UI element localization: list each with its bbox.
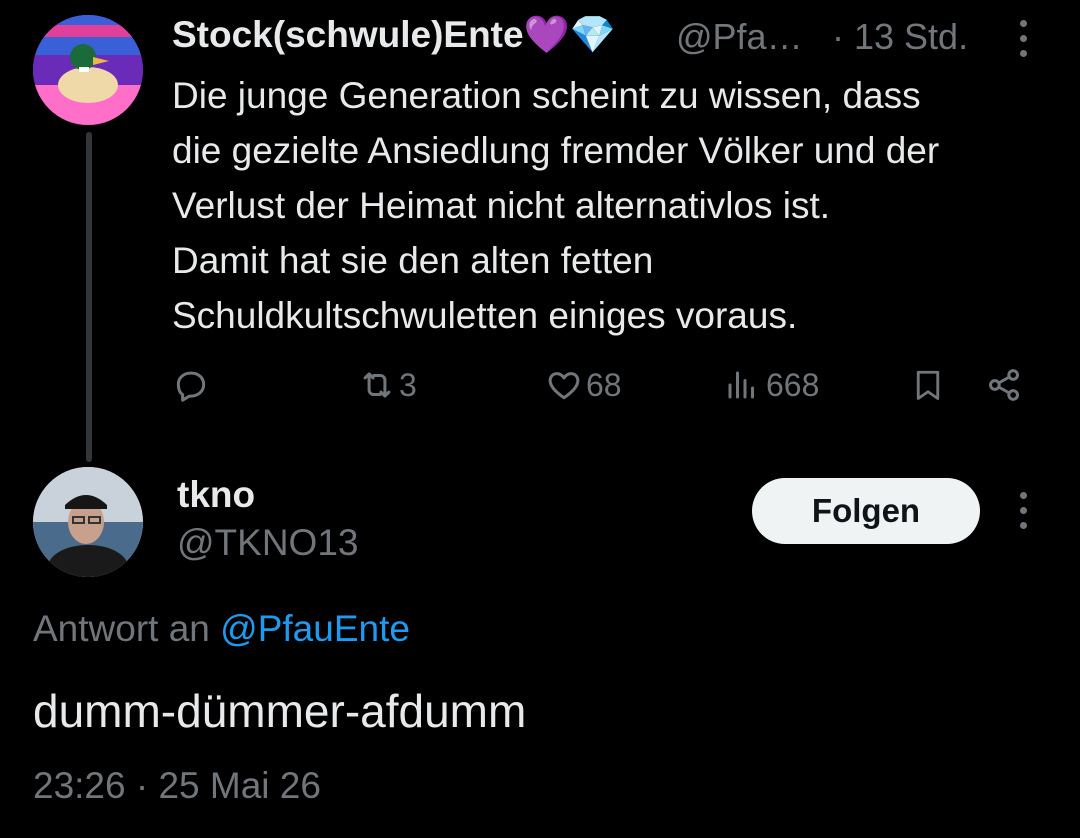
retweet-icon — [363, 372, 391, 398]
parent-display-name[interactable]: Stock(schwule)Ente💜💎 — [172, 14, 616, 57]
thread-connector-line — [86, 132, 92, 462]
reply-prefix: Antwort an — [33, 608, 210, 649]
mention-link[interactable]: @PfauEnte — [220, 608, 410, 649]
follow-button[interactable]: Folgen — [752, 478, 980, 544]
reply-handle[interactable]: @TKNO13 — [177, 522, 359, 564]
views-count: 668 — [766, 366, 820, 403]
like-icon — [548, 372, 580, 400]
retweet-button[interactable]: 3 — [357, 360, 417, 410]
share-button[interactable] — [984, 360, 1024, 410]
parent-tweet-text: Die junge Generation scheint zu wissen, … — [172, 68, 1062, 343]
parent-handle[interactable]: @Pfa… — [676, 16, 803, 58]
avatar[interactable] — [33, 467, 143, 577]
user-photo-avatar — [33, 467, 143, 577]
tweet-text-line: die gezielte Ansiedlung fremder Völker u… — [172, 130, 940, 171]
parent-timestamp[interactable]: · 13 Std. — [832, 16, 968, 58]
tweet-text-line: Schuldkultschwuletten einiges voraus. — [172, 295, 798, 336]
like-count: 68 — [586, 366, 622, 403]
reply-timestamp[interactable]: 23:26 · 25 Mai 26 — [33, 765, 321, 807]
views-icon — [728, 371, 754, 399]
like-button[interactable]: 68 — [544, 360, 622, 410]
tweet-action-bar: 3 68 668 — [172, 360, 1052, 410]
more-icon[interactable] — [1012, 490, 1034, 532]
reply-display-name[interactable]: tkno — [177, 474, 255, 516]
tweet-text-line: Die junge Generation scheint zu wissen, … — [172, 75, 921, 116]
more-icon[interactable] — [1012, 18, 1034, 60]
retweet-count: 3 — [399, 366, 417, 403]
bookmark-icon — [916, 370, 940, 400]
avatar[interactable] — [33, 15, 143, 125]
reply-tweet-text: dumm-dümmer-afdumm — [33, 685, 527, 737]
reply-context: Antwort an @PfauEnte — [33, 608, 410, 650]
tweet-text-line: Damit hat sie den alten fetten — [172, 240, 654, 281]
reply-icon — [176, 371, 206, 402]
bookmark-button[interactable] — [910, 360, 946, 410]
tweet-text-line: Verlust der Heimat nicht alternativlos i… — [172, 185, 831, 226]
share-icon — [989, 369, 1019, 401]
duck-avatar-image — [33, 15, 143, 125]
reply-button[interactable] — [172, 360, 210, 410]
views-button[interactable]: 668 — [724, 360, 819, 410]
